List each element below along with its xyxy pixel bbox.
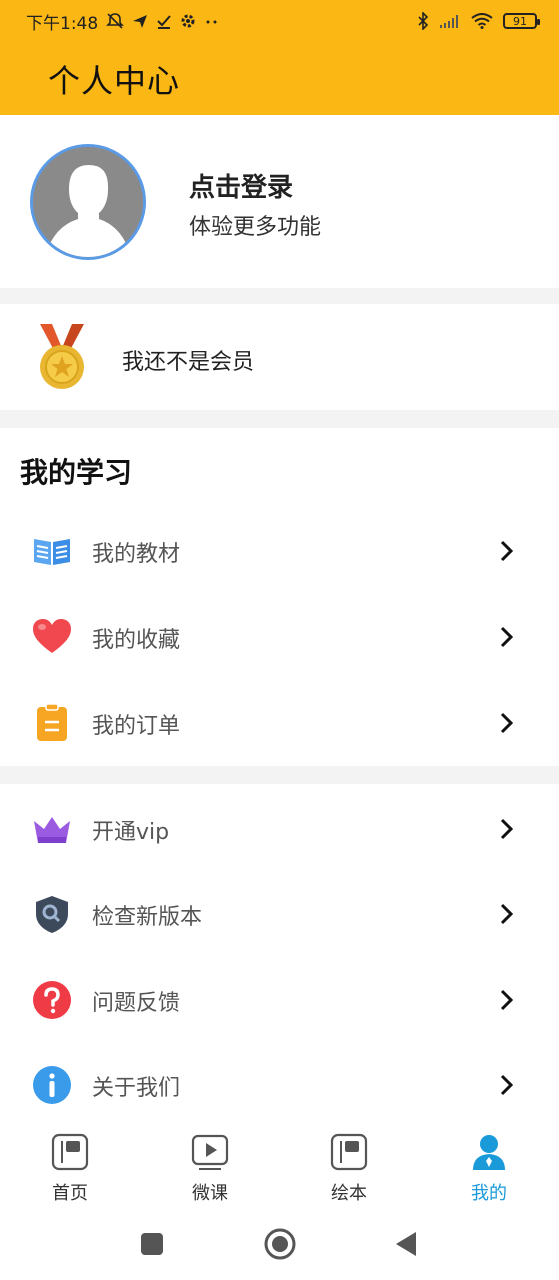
divider (0, 766, 559, 784)
mute-bell-icon (106, 13, 125, 29)
tab-label: 我的 (471, 1183, 507, 1204)
menu-item-label: 关于我们 (92, 1076, 181, 1101)
battery-level: 91 (513, 14, 527, 28)
menu-item-label: 我的收藏 (92, 628, 181, 653)
chevron-right-icon (500, 818, 514, 840)
picture-book-icon (330, 1133, 368, 1171)
signal-icon (440, 15, 458, 28)
bottom-tab-bar: 首页 微课 绘本 我的 (0, 1125, 559, 1210)
chevron-right-icon (500, 989, 514, 1011)
medal-icon (40, 324, 84, 389)
tab-label: 微课 (192, 1183, 228, 1204)
status-bar: 下午1:48 91 (0, 0, 559, 42)
status-time: 下午1:48 (26, 13, 99, 34)
section-title-study: 我的学习 (20, 456, 133, 489)
send-icon (133, 15, 148, 28)
video-play-icon (191, 1134, 229, 1170)
membership-row[interactable]: 我还不是会员 (0, 304, 559, 410)
chevron-right-icon (500, 626, 514, 648)
menu-item-label: 检查新版本 (92, 905, 203, 930)
recent-apps-icon[interactable] (140, 1232, 164, 1256)
system-nav-bar (0, 1210, 559, 1280)
more-dots-icon (206, 20, 217, 24)
menu-item-label: 我的订单 (92, 714, 181, 739)
app-header: 个人中心 (0, 42, 559, 115)
heart-icon (33, 619, 71, 653)
avatar[interactable] (30, 144, 146, 260)
book-icon (34, 539, 70, 565)
home-book-icon (51, 1133, 89, 1171)
back-icon[interactable] (394, 1231, 418, 1257)
tab-mine[interactable]: 我的 (439, 1125, 539, 1210)
tab-micro-course[interactable]: 微课 (160, 1125, 260, 1210)
user-icon (473, 1135, 505, 1170)
chevron-right-icon (500, 540, 514, 562)
profile-card[interactable]: 点击登录 体验更多功能 (0, 115, 559, 288)
menu-item-label: 我的教材 (92, 542, 181, 567)
menu-item-about[interactable]: 关于我们 (0, 1045, 559, 1125)
check-icon (157, 15, 171, 29)
chevron-right-icon (500, 903, 514, 925)
menu-item-check-update[interactable]: 检查新版本 (0, 874, 559, 954)
menu-item-feedback[interactable]: 问题反馈 (0, 960, 559, 1040)
divider (0, 410, 559, 428)
crown-icon (34, 817, 70, 843)
tab-label: 绘本 (331, 1183, 367, 1204)
menu-item-vip[interactable]: 开通vip (0, 789, 559, 869)
chevron-right-icon (500, 712, 514, 734)
home-icon[interactable] (263, 1227, 297, 1261)
login-subtitle: 体验更多功能 (189, 215, 322, 240)
tab-home[interactable]: 首页 (20, 1125, 120, 1210)
wifi-icon (471, 13, 493, 29)
tab-label: 首页 (52, 1183, 88, 1204)
battery-indicator: 91 (503, 13, 540, 29)
gear-icon (181, 14, 195, 28)
menu-item-label: 开通vip (92, 820, 170, 845)
tab-picture-book[interactable]: 绘本 (299, 1125, 399, 1210)
menu-item-favorites[interactable]: 我的收藏 (0, 597, 559, 677)
login-title[interactable]: 点击登录 (189, 167, 293, 204)
chevron-right-icon (500, 1074, 514, 1096)
page-title: 个人中心 (48, 62, 181, 100)
bluetooth-icon (418, 12, 429, 30)
menu-item-orders[interactable]: 我的订单 (0, 683, 559, 763)
default-avatar-icon (33, 147, 143, 257)
info-icon (33, 1066, 71, 1104)
membership-status: 我还不是会员 (122, 350, 255, 375)
clipboard-icon (37, 703, 67, 741)
menu-item-label: 问题反馈 (92, 991, 181, 1016)
question-icon (33, 981, 71, 1019)
menu-item-textbooks[interactable]: 我的教材 (0, 511, 559, 591)
shield-search-icon (36, 896, 68, 933)
divider (0, 288, 559, 304)
